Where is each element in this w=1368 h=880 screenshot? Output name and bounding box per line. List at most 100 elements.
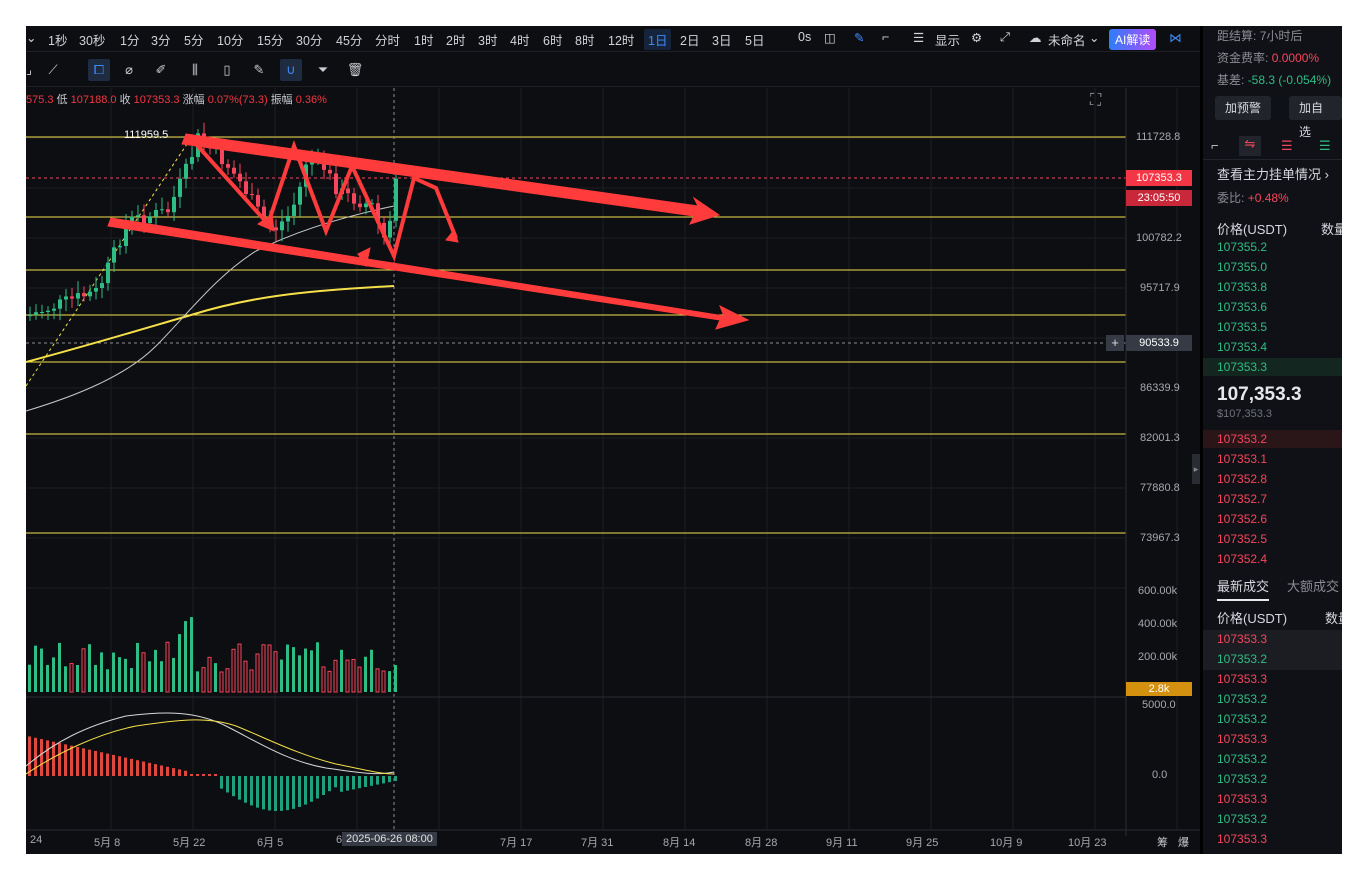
- brush-tool-icon[interactable]: ✐: [150, 59, 172, 81]
- add-level-icon[interactable]: +: [1106, 335, 1124, 351]
- share-icon[interactable]: ⋈: [1169, 30, 1182, 45]
- candles-tool-icon[interactable]: ⫼: [184, 59, 206, 81]
- date-tick: 10月 9: [990, 837, 1023, 849]
- interval-5m[interactable]: 5分: [184, 30, 203, 49]
- ask-row[interactable]: 107353.4: [1217, 340, 1267, 354]
- bookmark-tool-icon[interactable]: ⧠: [88, 59, 110, 81]
- interval-1d[interactable]: 1日: [644, 29, 672, 50]
- liquidation-button[interactable]: 爆: [1178, 834, 1189, 850]
- bid-row[interactable]: 107352.8: [1217, 472, 1267, 486]
- chip-distribution-button[interactable]: 筹: [1157, 834, 1168, 850]
- bid-row[interactable]: 107352.5: [1217, 532, 1267, 546]
- seconds-toggle[interactable]: 0s: [798, 30, 811, 44]
- camera-icon[interactable]: ◫: [824, 30, 836, 45]
- trades-qty-header: 数量: [1325, 611, 1342, 626]
- chevron-down-icon[interactable]: ⌄: [26, 30, 36, 45]
- mid-price-usd: $107,353.3: [1217, 408, 1273, 420]
- tab-orderbook-split-icon[interactable]: ⇋: [1239, 136, 1261, 156]
- interval-45m[interactable]: 45分: [336, 30, 362, 49]
- clipboard-tool-icon[interactable]: ▯: [216, 59, 238, 81]
- interval-2h[interactable]: 2时: [446, 30, 465, 49]
- interval-1m[interactable]: 1分: [120, 30, 139, 49]
- cloud-icon[interactable]: ☁: [1029, 30, 1042, 45]
- measure-tool-icon[interactable]: ⟋: [42, 59, 64, 81]
- expand-icon[interactable]: ⛶: [1090, 92, 1101, 110]
- ma-slow-line: [26, 285, 395, 363]
- ask-row[interactable]: 107353.6: [1217, 300, 1267, 314]
- interval-6h[interactable]: 6时: [543, 30, 562, 49]
- bid-row[interactable]: 107352.7: [1217, 492, 1267, 506]
- macd-bar: [394, 776, 397, 781]
- add-alert-button[interactable]: 加预警: [1215, 96, 1272, 120]
- macd-bar: [298, 776, 301, 807]
- interval-30m[interactable]: 30分: [296, 30, 322, 49]
- macd-bar: [136, 760, 139, 776]
- volume-bar: [304, 648, 307, 692]
- add-watchlist-button[interactable]: 加自选: [1289, 96, 1342, 139]
- bid-row[interactable]: 107352.6: [1217, 512, 1267, 526]
- candle-body: [346, 188, 350, 194]
- interval-timeshare[interactable]: 分时: [375, 30, 400, 49]
- bid-row[interactable]: 107353.2: [1217, 432, 1267, 446]
- volume-bar: [34, 645, 37, 692]
- tab-bids-icon[interactable]: ☰: [1319, 138, 1331, 154]
- volume-bar: [267, 644, 272, 693]
- indicator-icon[interactable]: ☰: [913, 30, 924, 45]
- filter-tool-icon[interactable]: ⏷: [312, 59, 334, 81]
- pen-icon[interactable]: ✎: [854, 30, 864, 45]
- ask-row[interactable]: 107353.8: [1217, 280, 1267, 294]
- macd-bar: [328, 776, 331, 792]
- line-tool-icon[interactable]: ⌟: [26, 59, 40, 81]
- trading-app: ⌄ 1秒 30秒 1分 3分 5分 10分 15分 30分 45分 分时 1时 …: [26, 26, 1342, 854]
- trash-tool-icon[interactable]: 🗑: [344, 59, 366, 81]
- tab-orderbook-both-icon[interactable]: ⌐: [1211, 138, 1219, 153]
- candle-body: [100, 283, 104, 289]
- interval-10m[interactable]: 10分: [217, 30, 243, 49]
- orderbook-price-header: 价格(USDT): [1217, 222, 1288, 237]
- main-orders-link[interactable]: 查看主力挂单情况 ›: [1217, 164, 1329, 183]
- main-orders-link-label: 查看主力挂单情况: [1217, 167, 1322, 182]
- display-button[interactable]: 显示: [935, 30, 960, 49]
- macd-bar: [148, 762, 151, 776]
- ai-analysis-button[interactable]: AI解读: [1109, 29, 1157, 50]
- interval-3d[interactable]: 3日: [712, 30, 731, 49]
- ask-row[interactable]: 107353.5: [1217, 320, 1267, 334]
- interval-30s[interactable]: 30秒: [79, 30, 105, 49]
- magnet-tool-icon[interactable]: ∪: [280, 59, 302, 81]
- layout-name[interactable]: 未命名: [1048, 30, 1086, 49]
- ask-row[interactable]: 107353.3: [1217, 360, 1267, 374]
- interval-1s[interactable]: 1秒: [48, 30, 67, 49]
- chevron-down-icon[interactable]: ⌄: [1089, 30, 1099, 45]
- price-tick: 111728.8: [1136, 131, 1181, 143]
- bid-row[interactable]: 107353.1: [1217, 452, 1267, 466]
- candle-body: [76, 293, 80, 299]
- interval-3m[interactable]: 3分: [151, 30, 170, 49]
- tab-large-trades[interactable]: 大额成交: [1287, 576, 1339, 595]
- interval-3h[interactable]: 3时: [478, 30, 497, 49]
- interval-5d[interactable]: 5日: [745, 30, 764, 49]
- interval-2d[interactable]: 2日: [680, 30, 699, 49]
- macd-bar: [130, 758, 133, 776]
- edit-tool-icon[interactable]: ✎: [248, 59, 270, 81]
- interval-8h[interactable]: 8时: [575, 30, 594, 49]
- tab-latest-trades[interactable]: 最新成交: [1217, 576, 1270, 601]
- ruler-tool-icon[interactable]: ⌀: [118, 59, 140, 81]
- interval-1h[interactable]: 1时: [414, 30, 433, 49]
- macd-bar: [46, 740, 49, 776]
- fullscreen-icon[interactable]: ⤢: [1000, 30, 1010, 45]
- ask-row[interactable]: 107355.0: [1217, 260, 1267, 274]
- date-tick: 7月 17: [500, 837, 533, 849]
- ask-row[interactable]: 107355.2: [1217, 240, 1267, 254]
- price-chart[interactable]: [26, 26, 1200, 854]
- volume-bar: [292, 647, 295, 692]
- interval-15m[interactable]: 15分: [257, 30, 283, 49]
- tab-asks-icon[interactable]: ☰: [1281, 138, 1293, 154]
- bid-row[interactable]: 107352.4: [1217, 552, 1267, 566]
- window-icon[interactable]: ⌐: [882, 30, 889, 44]
- interval-4h[interactable]: 4时: [510, 30, 529, 49]
- interval-12h[interactable]: 12时: [608, 30, 634, 49]
- candle-body: [226, 164, 230, 168]
- panel-collapse-icon[interactable]: ▸: [1192, 454, 1200, 484]
- date-tick: 5月 22: [173, 837, 206, 849]
- settings-icon[interactable]: ⚙: [971, 30, 982, 45]
